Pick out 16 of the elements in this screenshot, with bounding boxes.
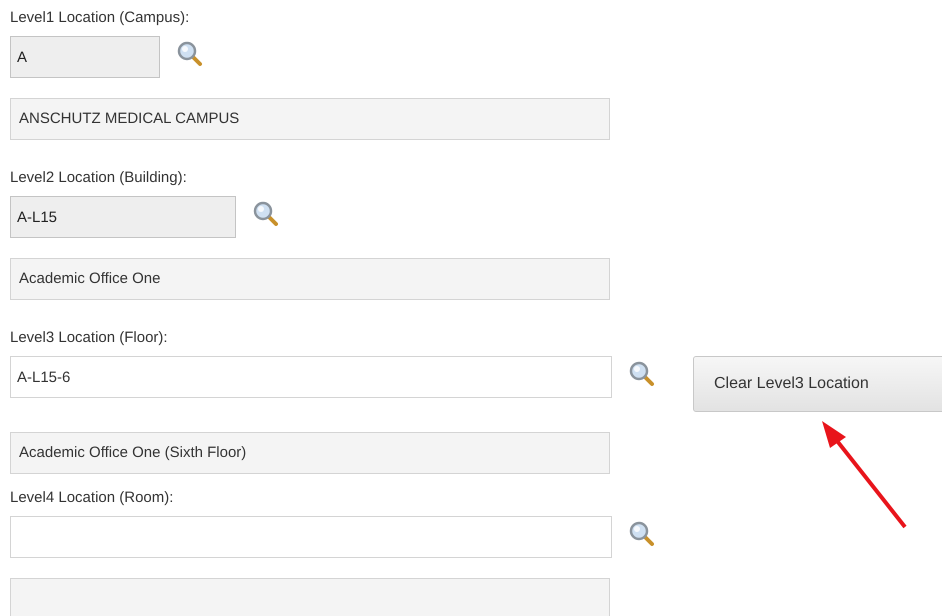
description-field: ANSCHUTZ MEDICAL CAMPUS bbox=[10, 98, 610, 140]
description-field: Academic Office One bbox=[10, 258, 610, 300]
description-field: Academic Office One (Sixth Floor) bbox=[10, 432, 610, 474]
input-field[interactable] bbox=[10, 516, 612, 558]
field-label: Level2 Location (Building): bbox=[10, 168, 188, 188]
input-field[interactable]: A-L15 bbox=[10, 196, 236, 238]
field-label: Level1 Location (Campus): bbox=[10, 8, 190, 28]
clear-button[interactable]: Clear Level3 Location bbox=[693, 356, 942, 412]
field-label: Level3 Location (Floor): bbox=[10, 328, 169, 348]
search-icon[interactable] bbox=[629, 521, 655, 547]
search-icon[interactable] bbox=[253, 201, 279, 227]
input-field[interactable]: A bbox=[10, 36, 160, 78]
search-icon[interactable] bbox=[629, 361, 655, 387]
search-icon[interactable] bbox=[177, 41, 203, 67]
field-label: Level4 Location (Room): bbox=[10, 488, 174, 508]
input-field[interactable]: A-L15-6 bbox=[10, 356, 612, 398]
